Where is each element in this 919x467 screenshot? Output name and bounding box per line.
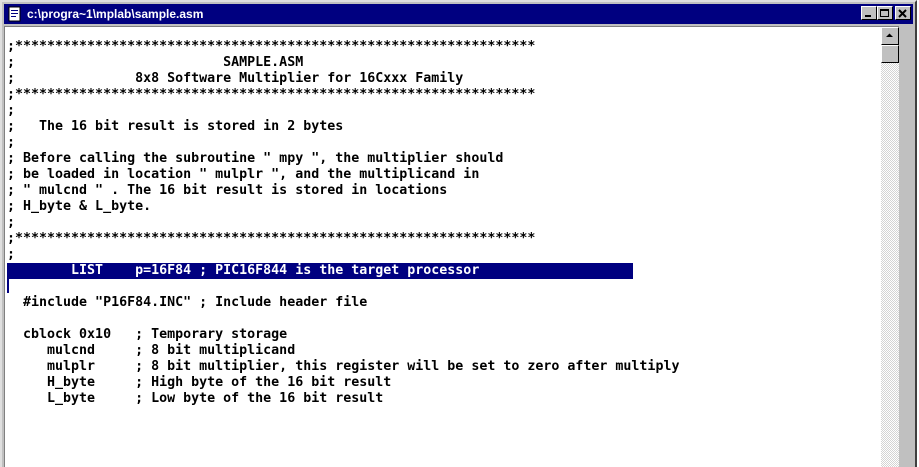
editor-client-area[interactable]: ;***************************************… bbox=[4, 26, 899, 467]
close-icon bbox=[898, 9, 907, 18]
window-controls bbox=[861, 6, 911, 22]
code-line[interactable] bbox=[5, 311, 881, 327]
code-line[interactable]: ;***************************************… bbox=[5, 231, 881, 247]
code-line[interactable]: ; 8x8 Software Multiplier for 16Cxxx Fam… bbox=[5, 71, 881, 87]
code-line[interactable]: ; " mulcnd " . The 16 bit result is stor… bbox=[5, 183, 881, 199]
maximize-icon bbox=[880, 9, 889, 17]
code-line[interactable]: ; The 16 bit result is stored in 2 bytes bbox=[5, 119, 881, 135]
code-text-area[interactable]: ;***************************************… bbox=[5, 39, 881, 407]
vertical-scrollbar[interactable] bbox=[881, 27, 899, 467]
document-icon[interactable] bbox=[7, 6, 23, 22]
window-title: c:\progra~1\mplab\sample.asm bbox=[27, 7, 204, 21]
code-line[interactable]: mulplr ; 8 bit multiplier, this register… bbox=[5, 359, 881, 375]
code-line[interactable]: ; bbox=[5, 135, 881, 151]
code-line[interactable]: cblock 0x10 ; Temporary storage bbox=[5, 327, 881, 343]
arrow-up-icon bbox=[886, 33, 893, 37]
minimize-button[interactable] bbox=[861, 6, 877, 20]
maximize-button[interactable] bbox=[877, 6, 893, 20]
code-line[interactable]: ; be loaded in location " mulplr ", and … bbox=[5, 167, 881, 183]
minimize-icon bbox=[865, 15, 871, 17]
code-line[interactable]: ; H_byte & L_byte. bbox=[5, 199, 881, 215]
code-line[interactable]: ; SAMPLE.ASM bbox=[5, 55, 881, 71]
code-line[interactable]: ; bbox=[5, 103, 881, 119]
code-line[interactable]: H_byte ; High byte of the 16 bit result bbox=[5, 375, 881, 391]
code-line[interactable] bbox=[5, 279, 881, 295]
editor-window: c:\progra~1\mplab\sample.asm ;**********… bbox=[0, 0, 917, 467]
scroll-thumb[interactable] bbox=[881, 45, 899, 63]
code-line[interactable]: ; Before calling the subroutine " mpy ",… bbox=[5, 151, 881, 167]
code-line[interactable]: L_byte ; Low byte of the 16 bit result bbox=[5, 391, 881, 407]
code-line[interactable]: mulcnd ; 8 bit multiplicand bbox=[5, 343, 881, 359]
code-line-selected[interactable]: LIST p=16F84 ; PIC16F844 is the target p… bbox=[7, 263, 633, 279]
code-line[interactable]: ; bbox=[5, 247, 881, 263]
code-line[interactable]: ; bbox=[5, 215, 881, 231]
close-button[interactable] bbox=[895, 6, 911, 20]
title-bar[interactable]: c:\progra~1\mplab\sample.asm bbox=[4, 4, 913, 24]
code-line[interactable]: #include "P16F84.INC" ; Include header f… bbox=[5, 295, 881, 311]
scroll-up-button[interactable] bbox=[881, 27, 899, 45]
code-line[interactable]: ;***************************************… bbox=[5, 39, 881, 55]
code-line[interactable]: ;***************************************… bbox=[5, 87, 881, 103]
